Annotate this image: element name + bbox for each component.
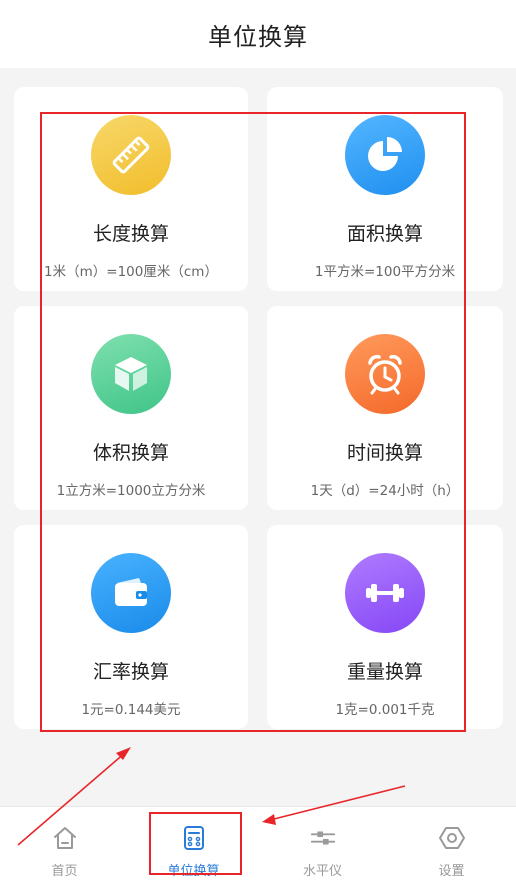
card-title: 重量换算 <box>346 661 423 683</box>
app-header: 单位换算 <box>0 0 516 68</box>
cube-icon <box>91 334 171 414</box>
card-title: 汇率换算 <box>92 661 169 683</box>
card-subtitle: 1平方米=100平方分米 <box>314 264 456 280</box>
bottom-tab-bar: 首页 单位换算 水平仪 设置 <box>0 806 516 885</box>
tab-label: 设置 <box>438 864 465 879</box>
annotation-arrowhead-left <box>116 747 131 760</box>
card-title: 长度换算 <box>92 223 169 245</box>
card-time-conversion[interactable]: 时间换算 1天（d）=24小时（h） <box>267 306 503 510</box>
card-length-conversion[interactable]: 长度换算 1米（m）=100厘米（cm） <box>14 87 248 291</box>
tab-level[interactable]: 水平仪 <box>258 807 387 885</box>
card-weight-conversion[interactable]: 重量换算 1克=0.001千克 <box>267 525 503 729</box>
home-icon <box>51 824 79 852</box>
tab-settings[interactable]: 设置 <box>387 807 516 885</box>
card-subtitle: 1克=0.001千克 <box>335 702 435 718</box>
card-subtitle: 1元=0.144美元 <box>81 702 181 718</box>
tab-label: 水平仪 <box>302 864 342 879</box>
card-title: 面积换算 <box>346 223 423 245</box>
tab-label: 首页 <box>51 864 78 879</box>
card-volume-conversion[interactable]: 体积换算 1立方米=1000立方分米 <box>14 306 248 510</box>
card-exchange-rate-conversion[interactable]: 汇率换算 1元=0.144美元 <box>14 525 248 729</box>
tab-home[interactable]: 首页 <box>0 807 129 885</box>
calculator-icon <box>180 824 208 852</box>
page-title: 单位换算 <box>208 22 308 51</box>
ruler-icon <box>91 115 171 195</box>
card-title: 时间换算 <box>346 442 423 464</box>
pie-chart-icon <box>345 115 425 195</box>
tab-label: 单位换算 <box>167 864 220 879</box>
tab-unit-conversion[interactable]: 单位换算 <box>129 807 258 885</box>
card-subtitle: 1立方米=1000立方分米 <box>56 483 206 499</box>
alarm-clock-icon <box>345 334 425 414</box>
dumbbell-icon <box>345 553 425 633</box>
card-subtitle: 1米（m）=100厘米（cm） <box>44 264 218 280</box>
level-icon <box>309 824 337 852</box>
card-title: 体积换算 <box>92 442 169 464</box>
wallet-icon <box>91 553 171 633</box>
settings-icon <box>438 824 466 852</box>
card-area-conversion[interactable]: 面积换算 1平方米=100平方分米 <box>267 87 503 291</box>
card-subtitle: 1天（d）=24小时（h） <box>310 483 460 499</box>
